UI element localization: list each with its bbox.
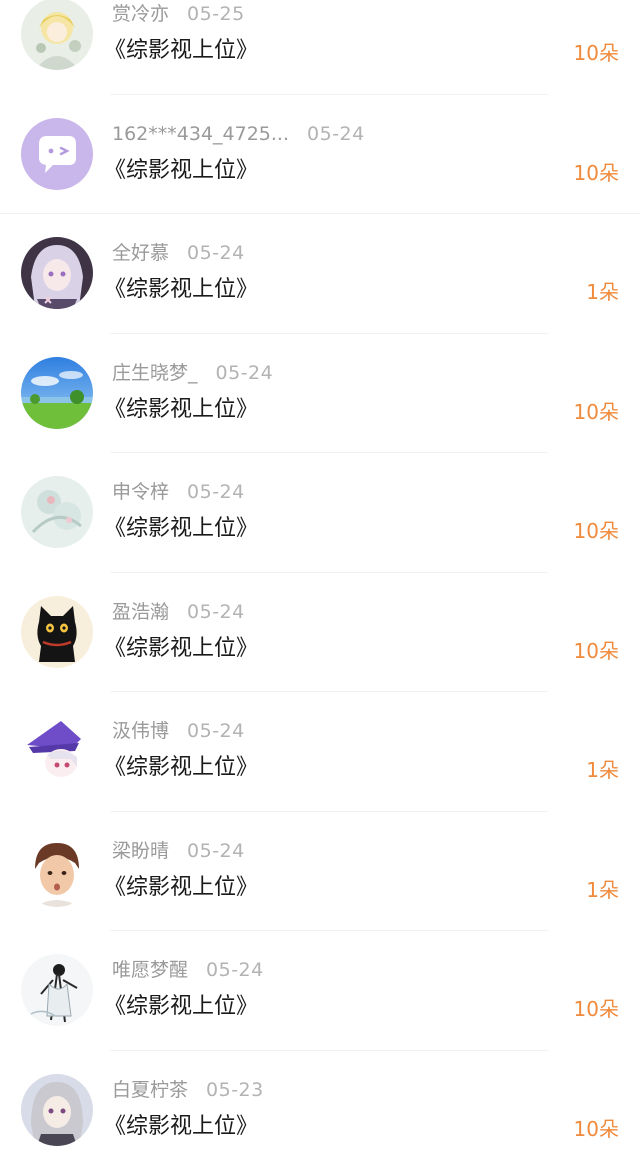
user-name[interactable]: 盈浩瀚 (112, 601, 169, 623)
list-item[interactable]: 赏冷亦 05-25 《综影视上位》 10朵 (0, 0, 640, 95)
item-meta: 汲伟博 05-24 (112, 718, 245, 744)
avatar[interactable] (21, 835, 93, 907)
book-title[interactable]: 《综影视上位》 (104, 634, 258, 664)
book-title[interactable]: 《综影视上位》 (104, 753, 258, 783)
reward-list: 赏冷亦 05-25 《综影视上位》 10朵 162***434_4725... 05… (0, 0, 640, 1170)
item-date: 05-24 (187, 720, 245, 742)
avatar[interactable] (21, 0, 93, 70)
user-name[interactable]: 白夏柠茶 (112, 1079, 188, 1101)
avatar[interactable] (21, 596, 93, 668)
landscape-avatar-icon (21, 357, 93, 429)
item-meta: 全好慕 05-24 (112, 240, 245, 266)
item-meta: 申令梓 05-24 (112, 479, 245, 505)
list-item[interactable]: 162***434_4725... 05-24 《综影视上位》 10朵 (0, 95, 640, 215)
item-meta: 白夏柠茶 05-23 (112, 1077, 264, 1103)
avatar[interactable] (21, 715, 93, 787)
book-title[interactable]: 《综影视上位》 (104, 873, 258, 903)
user-name[interactable]: 申令梓 (112, 481, 169, 503)
avatar[interactable] (21, 476, 93, 548)
book-title[interactable]: 《综影视上位》 (104, 275, 258, 305)
flower-count: 1朵 (586, 278, 619, 306)
user-name[interactable]: 梁盼晴 (112, 840, 169, 862)
list-item[interactable]: 全好慕 05-24 《综影视上位》 1朵 (0, 214, 640, 334)
item-date: 05-24 (216, 362, 274, 384)
item-meta: 唯愿梦醒 05-24 (112, 957, 264, 983)
flower-count: 10朵 (574, 159, 619, 187)
item-date: 05-24 (187, 601, 245, 623)
black-cat-avatar-icon (21, 596, 93, 668)
item-meta: 盈浩瀚 05-24 (112, 599, 245, 625)
item-date: 05-24 (187, 840, 245, 862)
watercolor-flower-avatar-icon (21, 476, 93, 548)
user-name[interactable]: 唯愿梦醒 (112, 959, 188, 981)
list-item[interactable]: 唯愿梦醒 05-24 《综影视上位》 10朵 (0, 931, 640, 1051)
boy-portrait-avatar-icon (21, 835, 93, 907)
avatar[interactable] (21, 954, 93, 1026)
user-name[interactable]: 汲伟博 (112, 720, 169, 742)
anime-white-hair-avatar-icon (21, 1074, 93, 1146)
ink-figure-avatar-icon (21, 954, 93, 1026)
flower-count: 10朵 (574, 637, 619, 665)
user-name[interactable]: 162***434_4725... (112, 123, 289, 145)
item-date: 05-25 (187, 3, 245, 25)
list-item[interactable]: 汲伟博 05-24 《综影视上位》 1朵 (0, 692, 640, 812)
book-title[interactable]: 《综影视上位》 (104, 1112, 258, 1142)
item-meta: 162***434_4725... 05-24 (112, 121, 365, 147)
item-date: 05-24 (187, 242, 245, 264)
item-meta: 梁盼晴 05-24 (112, 838, 245, 864)
flower-count: 10朵 (574, 398, 619, 426)
book-title[interactable]: 《综影视上位》 (104, 395, 258, 425)
item-date: 05-24 (187, 481, 245, 503)
flower-count: 10朵 (574, 1115, 619, 1143)
anime-purple-hat-avatar-icon (21, 715, 93, 787)
item-date: 05-24 (206, 959, 264, 981)
anime-silver-hair-avatar-icon (21, 237, 93, 309)
user-name[interactable]: 庄生晓梦_ (112, 362, 198, 384)
item-date: 05-24 (307, 123, 365, 145)
avatar[interactable] (21, 1074, 93, 1146)
list-item[interactable]: 白夏柠茶 05-23 《综影视上位》 10朵 (0, 1051, 640, 1170)
avatar[interactable] (21, 118, 93, 190)
avatar[interactable] (21, 357, 93, 429)
book-title[interactable]: 《综影视上位》 (104, 156, 258, 186)
book-title[interactable]: 《综影视上位》 (104, 992, 258, 1022)
book-title[interactable]: 《综影视上位》 (104, 36, 258, 66)
item-meta: 赏冷亦 05-25 (112, 1, 245, 27)
avatar[interactable] (21, 237, 93, 309)
flower-count: 10朵 (574, 517, 619, 545)
anime-blonde-avatar-icon (21, 0, 93, 70)
flower-count: 1朵 (586, 876, 619, 904)
flower-count: 10朵 (574, 39, 619, 67)
list-item[interactable]: 庄生晓梦_ 05-24 《综影视上位》 10朵 (0, 334, 640, 454)
item-date: 05-23 (206, 1079, 264, 1101)
list-item[interactable]: 盈浩瀚 05-24 《综影视上位》 10朵 (0, 573, 640, 693)
chat-bubble-avatar-icon (21, 118, 93, 190)
flower-count: 1朵 (586, 756, 619, 784)
list-item[interactable]: 申令梓 05-24 《综影视上位》 10朵 (0, 453, 640, 573)
user-name[interactable]: 全好慕 (112, 242, 169, 264)
flower-count: 10朵 (574, 995, 619, 1023)
book-title[interactable]: 《综影视上位》 (104, 514, 258, 544)
user-name[interactable]: 赏冷亦 (112, 3, 169, 25)
list-item[interactable]: 梁盼晴 05-24 《综影视上位》 1朵 (0, 812, 640, 932)
item-meta: 庄生晓梦_ 05-24 (112, 360, 273, 386)
